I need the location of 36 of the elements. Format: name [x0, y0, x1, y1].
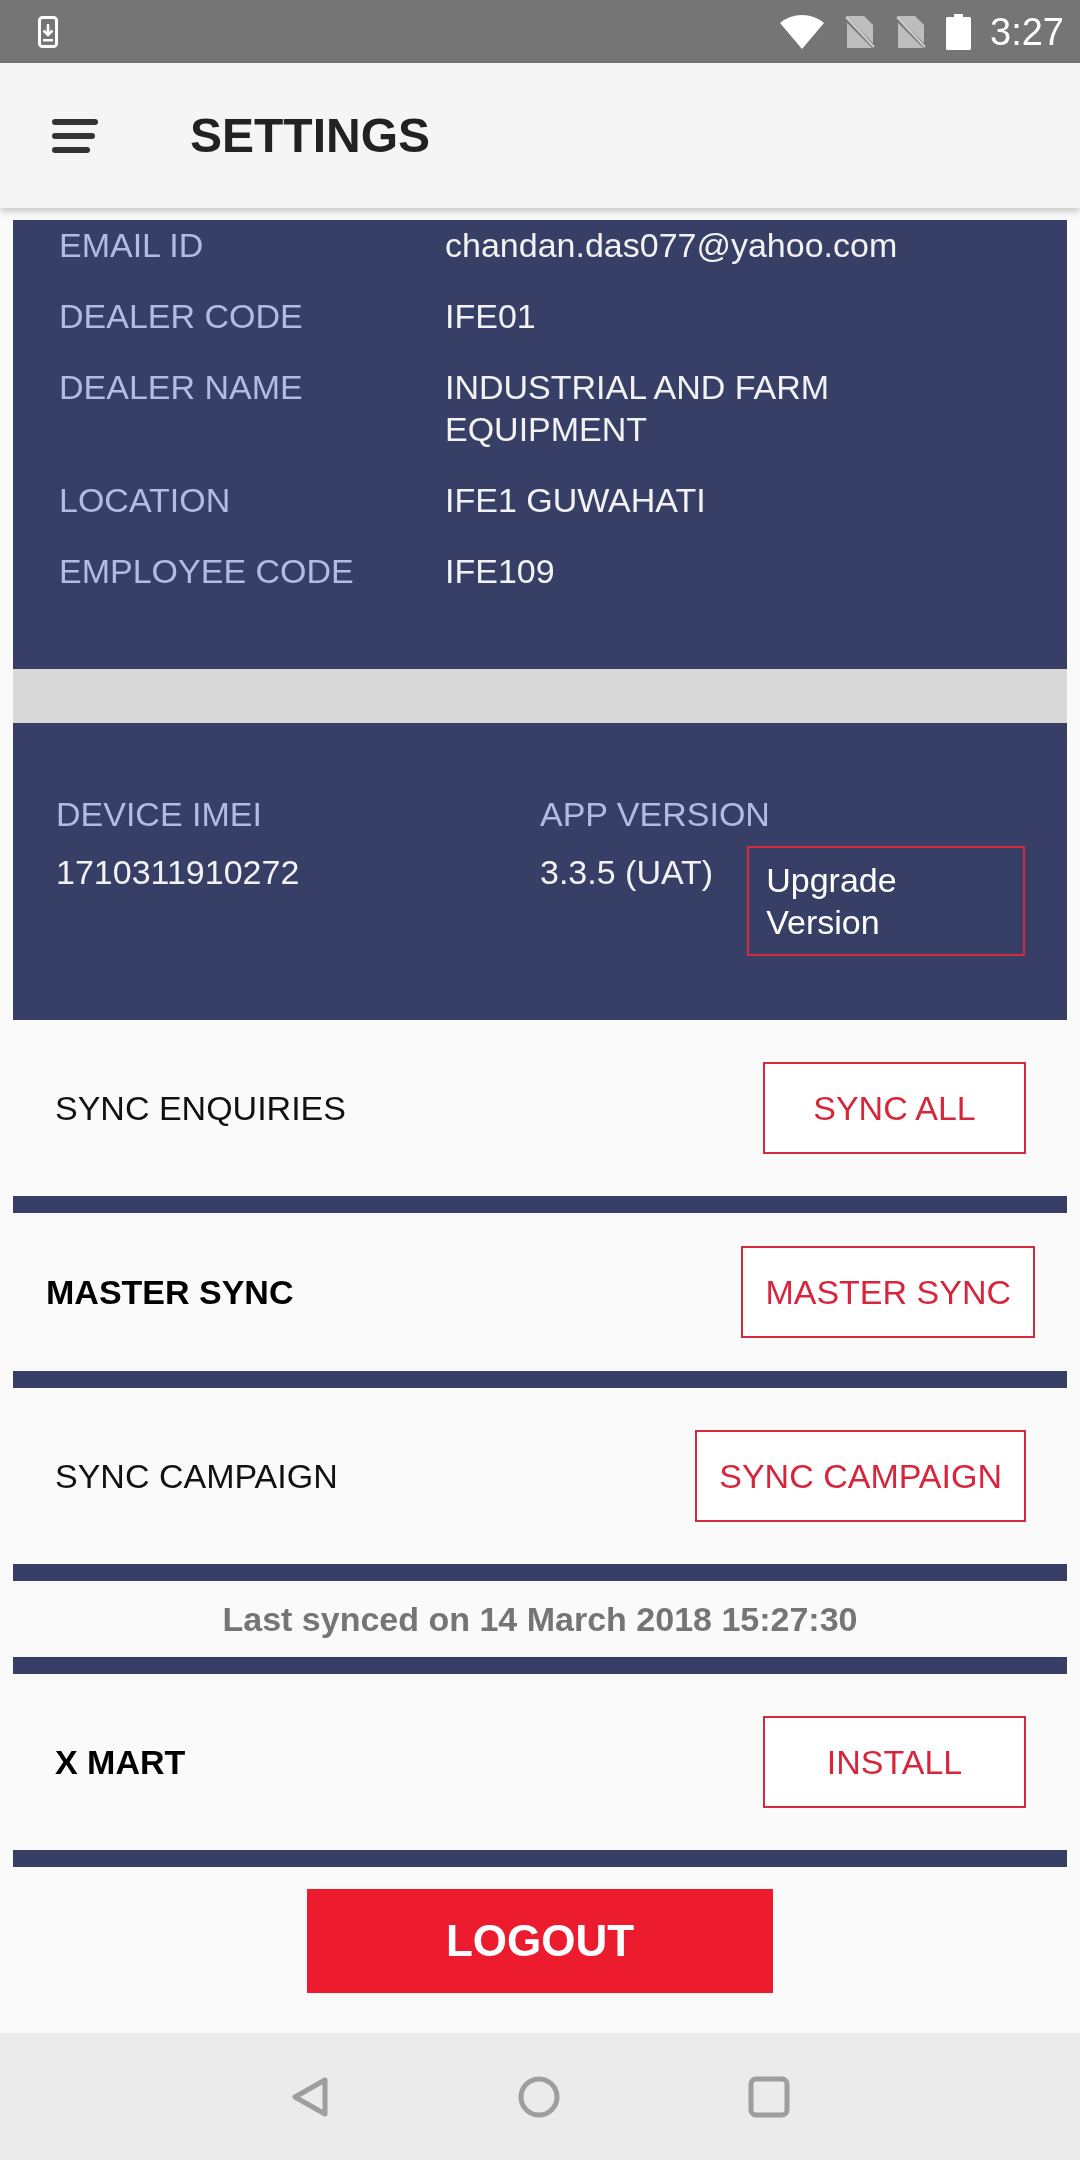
row-label: X MART: [55, 1742, 186, 1783]
row-label: SYNC CAMPAIGN: [55, 1456, 338, 1497]
field-value: IFE1 GUWAHATI: [445, 480, 707, 521]
sync-status-text: Last synced on 14 March 2018 15:27:30: [222, 1599, 858, 1640]
field-value: IFE01: [445, 296, 537, 337]
upgrade-button[interactable]: Upgrade Version: [747, 846, 1026, 956]
field-value: INDUSTRIAL AND FARM EQUIPMENT: [445, 367, 831, 450]
menu-icon[interactable]: [52, 117, 98, 154]
phone-download-icon: [38, 15, 58, 48]
field-value: 3.3.5 (UAT): [540, 852, 714, 893]
field-value: 1710311910272: [56, 852, 300, 893]
home-icon[interactable]: [518, 2075, 560, 2118]
field-value: IFE109: [445, 551, 556, 592]
field-label: DEVICE IMEI: [56, 794, 262, 835]
action-button[interactable]: MASTER SYNC: [741, 1246, 1035, 1338]
status-time: 3:27: [990, 9, 1064, 54]
recent-apps-icon[interactable]: [748, 2075, 790, 2118]
action-button[interactable]: INSTALL: [763, 1716, 1026, 1808]
no-sim-icon: [844, 14, 877, 49]
field-label: APP VERSION: [540, 794, 770, 835]
row-label: SYNC ENQUIRIES: [55, 1088, 346, 1129]
action-button[interactable]: SYNC ALL: [763, 1062, 1026, 1154]
wifi-icon: [779, 13, 826, 50]
field-value: chandan.das077@yahoo.com: [445, 225, 899, 266]
page-title: SETTINGS: [190, 107, 431, 164]
no-sim-icon: [895, 14, 928, 49]
action-button[interactable]: SYNC CAMPAIGN: [695, 1430, 1026, 1522]
field-label: EMAIL ID: [59, 225, 205, 266]
battery-icon: [946, 13, 972, 50]
field-label: EMPLOYEE CODE: [59, 551, 355, 592]
back-icon[interactable]: [290, 2075, 330, 2118]
row-label: MASTER SYNC: [46, 1272, 294, 1313]
logout-button[interactable]: LOGOUT: [307, 1889, 773, 1993]
field-label: DEALER CODE: [59, 296, 304, 337]
field-label: LOCATION: [59, 480, 232, 521]
field-label: DEALER NAME: [59, 367, 304, 408]
